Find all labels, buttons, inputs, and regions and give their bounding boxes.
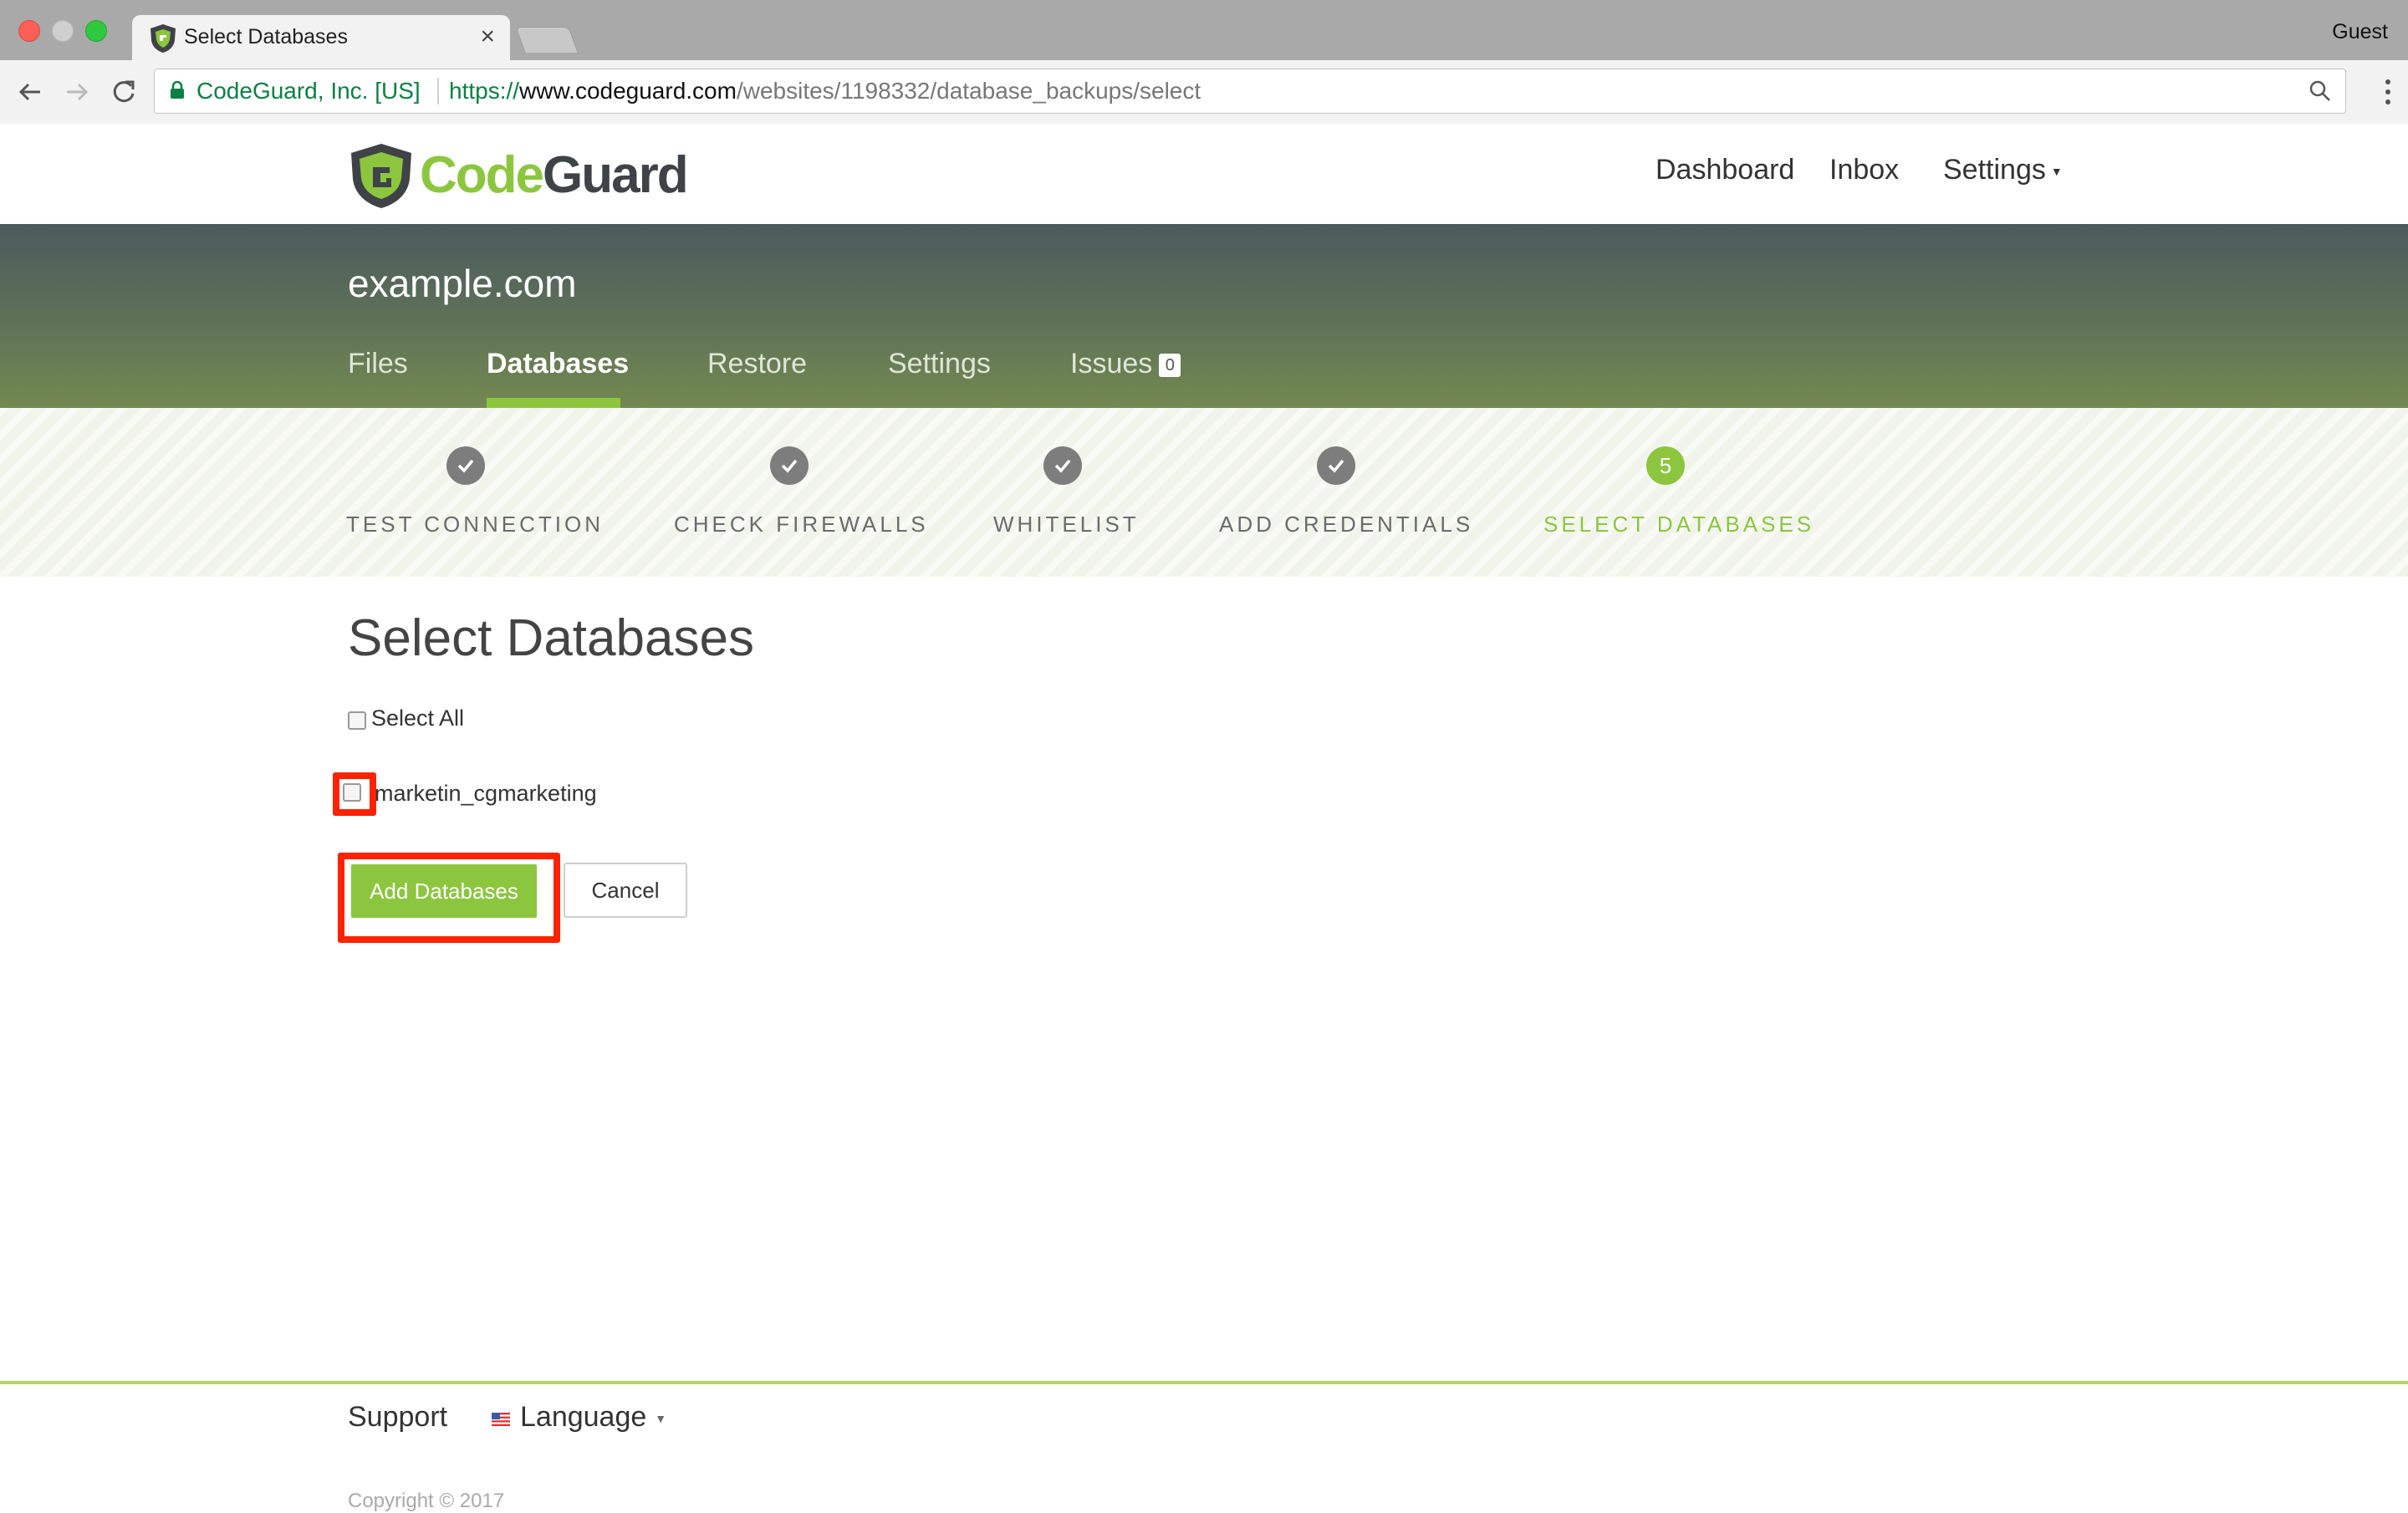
back-arrow-icon[interactable] <box>15 77 45 107</box>
check-icon <box>770 446 809 485</box>
active-tab-indicator <box>487 398 620 408</box>
tab-issues[interactable]: Issues 0 <box>1070 348 1181 380</box>
check-icon <box>446 446 485 485</box>
check-icon <box>1043 446 1082 485</box>
copyright-text: Copyright © 2017 <box>348 1490 505 1512</box>
browser-tab-active[interactable]: Select Databases × <box>132 15 510 62</box>
caret-down-icon: ▼ <box>655 1412 667 1426</box>
url-scheme: https:// <box>449 78 520 104</box>
step-whitelist[interactable]: WHITELIST <box>993 446 1140 537</box>
tab-settings[interactable]: Settings <box>888 348 991 380</box>
lock-icon <box>171 81 184 99</box>
url-path: /websites/1198332/database_backups/selec… <box>736 78 1201 104</box>
tab-close-icon[interactable]: × <box>480 22 495 52</box>
close-window-button[interactable] <box>18 20 40 42</box>
step-label: ADD CREDENTIALS <box>1219 512 1474 537</box>
reload-icon[interactable] <box>109 77 139 107</box>
nav-settings-dropdown[interactable]: Settings ▼ <box>1943 154 2063 186</box>
minimize-window-button[interactable] <box>52 20 74 42</box>
step-label: CHECK FIREWALLS <box>674 512 929 537</box>
select-all-checkbox[interactable] <box>348 711 366 730</box>
step-number: 5 <box>1646 446 1685 485</box>
issues-count-badge: 0 <box>1159 354 1181 378</box>
setup-wizard-steps: TEST CONNECTION CHECK FIREWALLS WHITELIS… <box>0 408 2408 577</box>
search-icon[interactable] <box>2309 79 2332 103</box>
site-banner: example.com Files Databases Restore Sett… <box>0 224 2408 408</box>
step-label: WHITELIST <box>993 512 1140 537</box>
database-checkbox[interactable] <box>343 783 361 802</box>
new-tab-button[interactable] <box>515 27 579 53</box>
footer-support-link[interactable]: Support <box>348 1401 447 1434</box>
browser-tab-title: Select Databases <box>184 25 348 48</box>
step-label: TEST CONNECTION <box>346 512 604 537</box>
step-check-firewalls[interactable]: CHECK FIREWALLS <box>674 446 929 537</box>
codeguard-shield-icon <box>351 144 411 208</box>
logo-wordmark: CodeGuard <box>420 144 689 207</box>
tab-files[interactable]: Files <box>348 348 408 380</box>
browser-toolbar: CodeGuard, Inc. [US] https://www.codegua… <box>0 60 2408 125</box>
site-name-heading: example.com <box>348 262 577 305</box>
caret-down-icon: ▼ <box>2050 165 2063 179</box>
url-text[interactable]: https://www.codeguard.com/websites/11983… <box>449 69 1201 113</box>
database-name-label[interactable]: marketin_cgmarketing <box>375 781 597 807</box>
tab-issues-label: Issues <box>1070 348 1153 380</box>
tab-databases[interactable]: Databases <box>487 348 629 380</box>
cancel-button[interactable]: Cancel <box>564 863 687 918</box>
us-flag-icon <box>492 1413 510 1426</box>
check-icon <box>1317 446 1355 485</box>
maximize-window-button[interactable] <box>85 20 107 42</box>
step-select-databases[interactable]: 5 SELECT DATABASES <box>1543 446 1815 537</box>
nav-dashboard-link[interactable]: Dashboard <box>1656 154 1794 186</box>
footer-divider <box>0 1381 2408 1384</box>
site-identity-label[interactable]: CodeGuard, Inc. [US] <box>196 69 421 113</box>
select-all-label[interactable]: Select All <box>371 706 464 731</box>
nav-settings-label: Settings <box>1943 154 2046 186</box>
language-label: Language <box>520 1401 647 1433</box>
url-separator <box>437 78 439 104</box>
logo-code-text: Code <box>420 146 544 204</box>
tab-restore[interactable]: Restore <box>707 348 807 380</box>
address-bar[interactable]: CodeGuard, Inc. [US] https://www.codegua… <box>154 69 2346 114</box>
profile-guest-label[interactable]: Guest <box>2332 20 2388 44</box>
menu-dots-icon[interactable] <box>2385 77 2391 107</box>
step-add-credentials[interactable]: ADD CREDENTIALS <box>1219 446 1474 537</box>
url-host: www.codeguard.com <box>519 78 737 104</box>
logo-guard-text: Guard <box>543 146 689 204</box>
forward-arrow-icon[interactable] <box>62 77 92 107</box>
nav-inbox-link[interactable]: Inbox <box>1829 154 1899 186</box>
step-test-connection[interactable]: TEST CONNECTION <box>346 446 604 537</box>
language-dropdown[interactable]: Language ▼ <box>520 1401 666 1434</box>
browser-tabstrip: Select Databases × Guest <box>0 0 2408 62</box>
page-title: Select Databases <box>348 609 754 667</box>
codeguard-logo[interactable]: CodeGuard <box>348 142 689 209</box>
site-header: CodeGuard Dashboard Inbox Settings ▼ <box>0 124 2408 224</box>
add-databases-button[interactable]: Add Databases <box>351 864 537 918</box>
step-label: SELECT DATABASES <box>1543 512 1815 537</box>
codeguard-shield-icon <box>150 24 176 53</box>
